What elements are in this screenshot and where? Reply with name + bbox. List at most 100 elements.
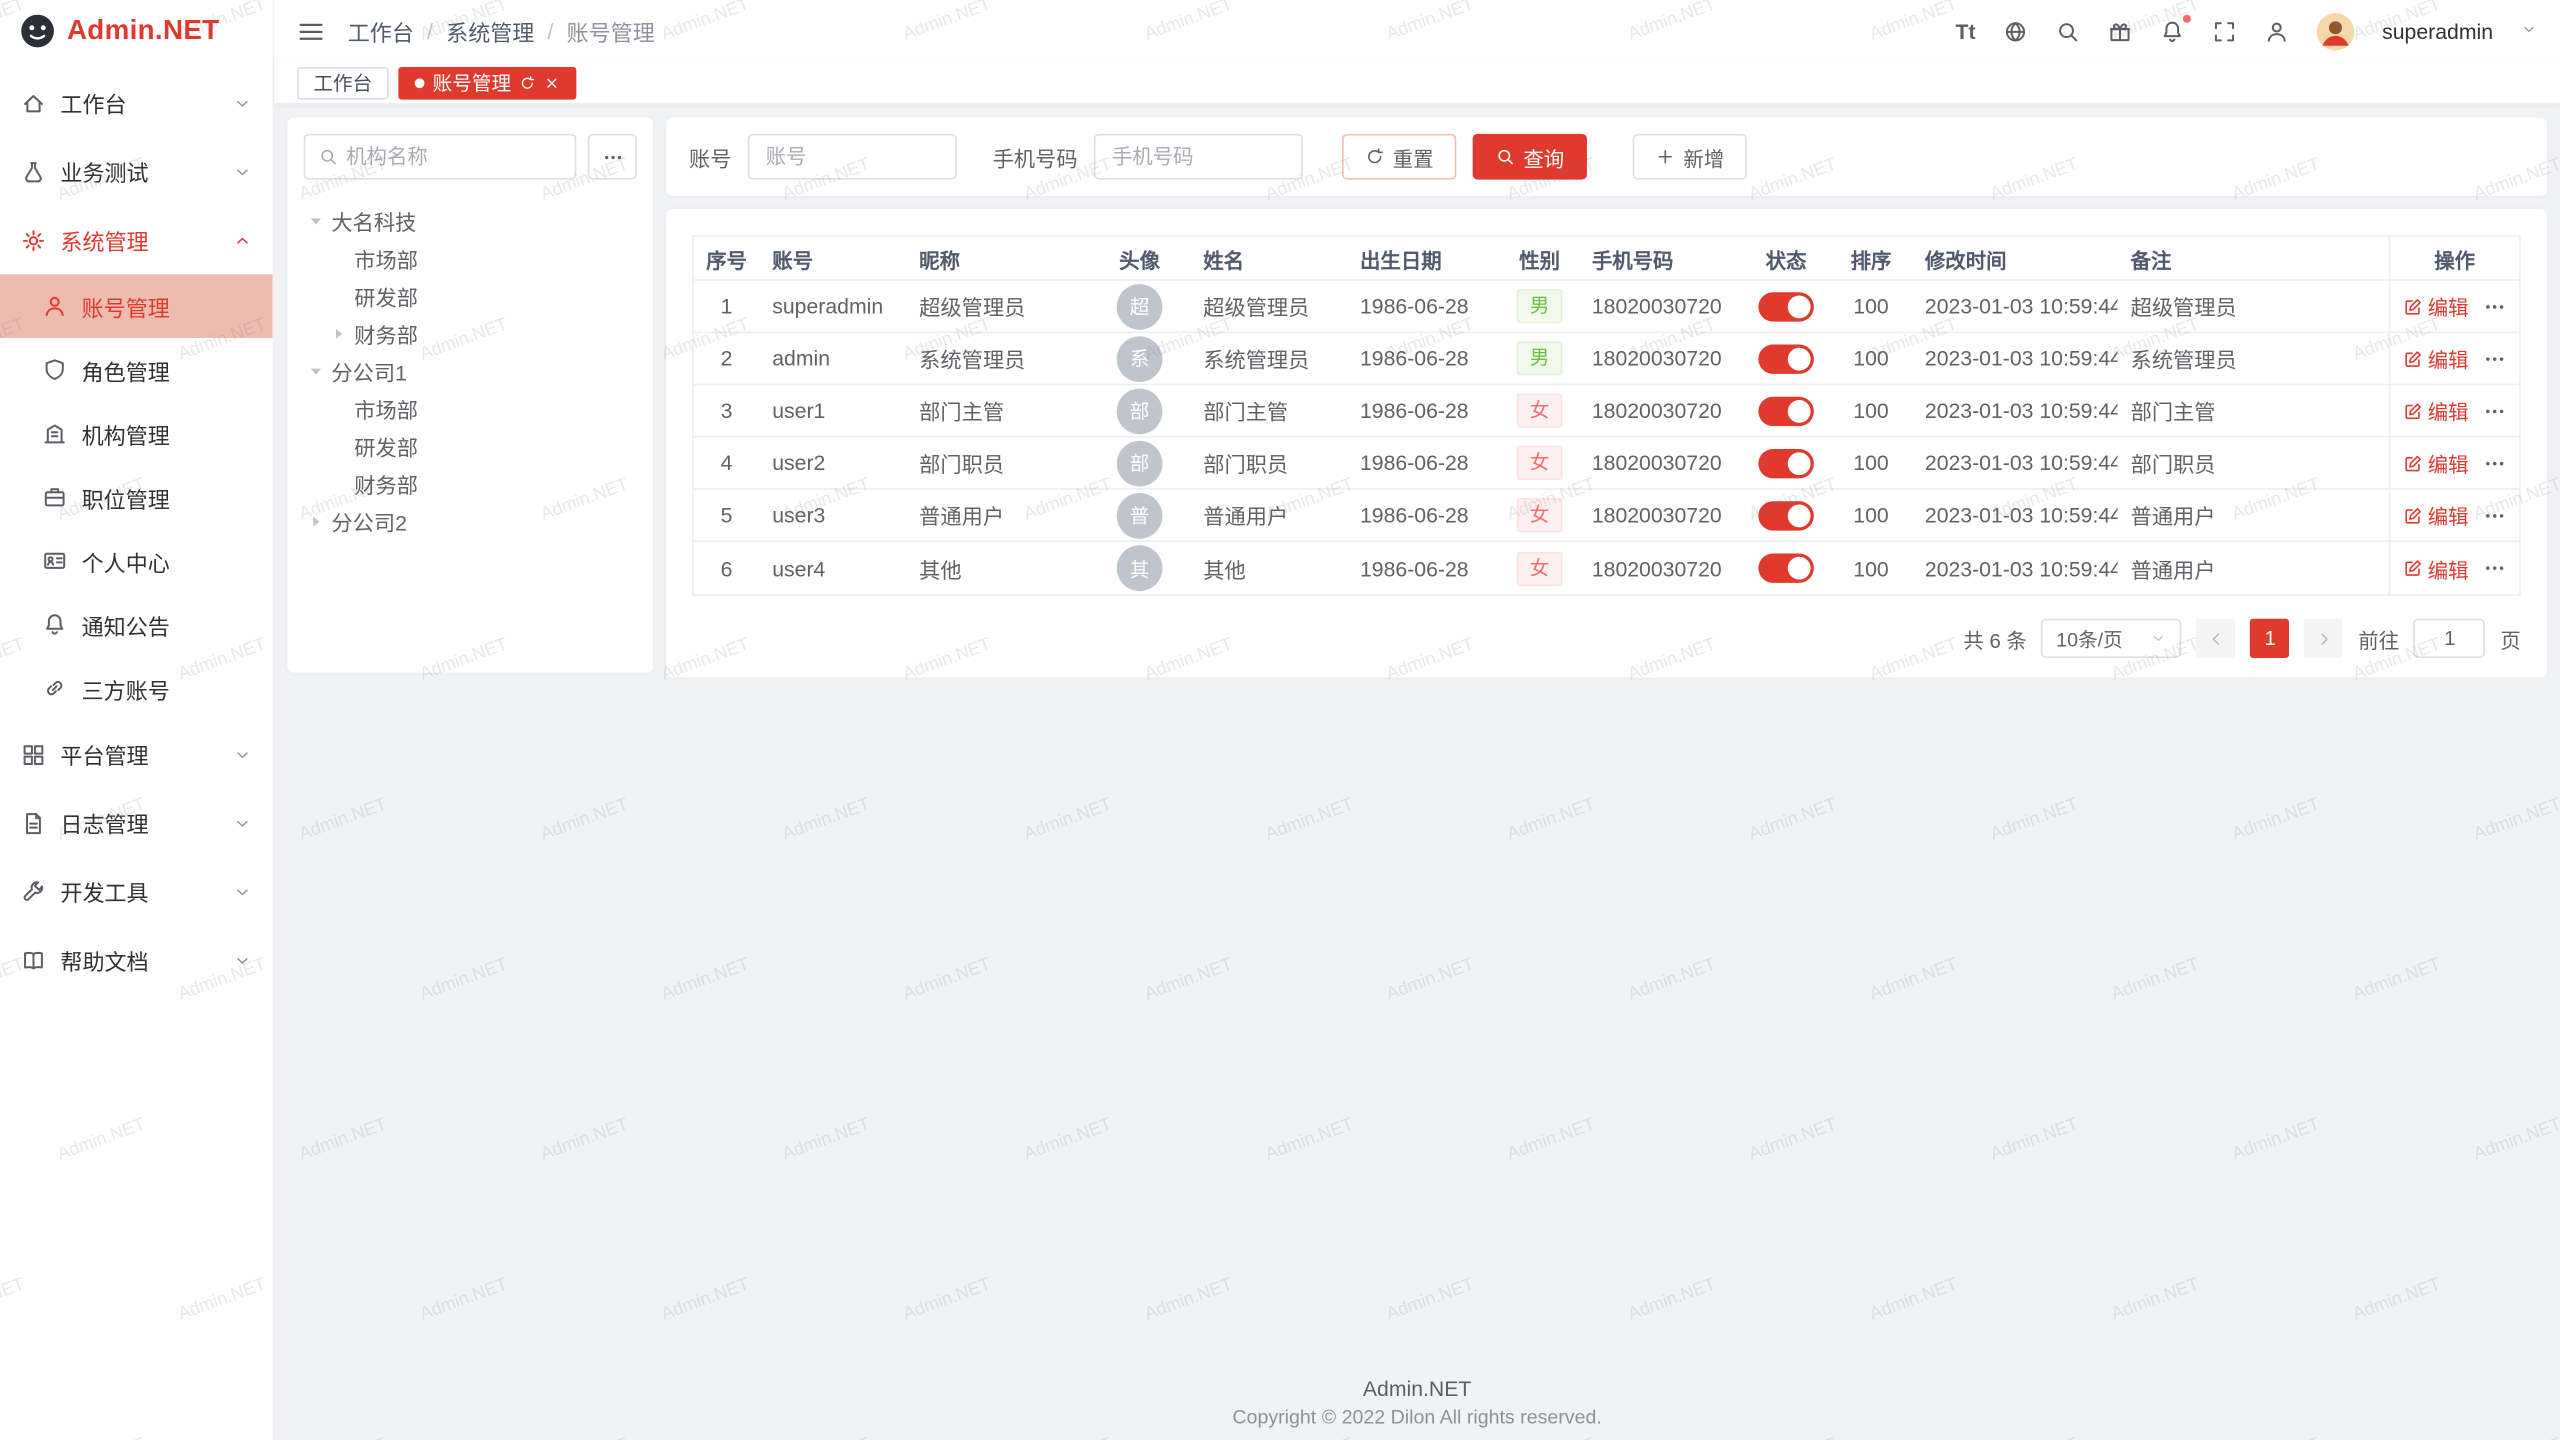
footer-copyright: Copyright © 2022 Dilon All rights reserv… bbox=[274, 1406, 2560, 1429]
search-button[interactable]: 查询 bbox=[1473, 134, 1587, 180]
tree-caret-icon[interactable] bbox=[304, 513, 328, 531]
sidebar-subitem-notice[interactable]: 通知公告 bbox=[0, 593, 273, 657]
sidebar-item-system[interactable]: 系统管理 bbox=[0, 206, 273, 275]
column-header-nickname[interactable]: 昵称 bbox=[906, 237, 1089, 279]
sidebar-subitem-profile[interactable]: 个人中心 bbox=[0, 529, 273, 593]
username[interactable]: superadmin bbox=[2382, 19, 2493, 43]
tree-node[interactable]: 研发部 bbox=[304, 278, 637, 316]
column-header-birthday[interactable]: 出生日期 bbox=[1347, 237, 1500, 279]
breadcrumb-item[interactable]: 账号管理 bbox=[567, 15, 655, 48]
tree-node[interactable]: 分公司2 bbox=[304, 503, 637, 541]
cell-text: 系统管理员 bbox=[1203, 343, 1309, 374]
column-header-modified[interactable]: 修改时间 bbox=[1912, 237, 2118, 279]
gift-icon[interactable] bbox=[2108, 19, 2132, 43]
chevron-down-icon bbox=[233, 882, 251, 900]
user-avatar[interactable] bbox=[2317, 12, 2355, 50]
prev-page-button[interactable] bbox=[2197, 619, 2236, 658]
add-button[interactable]: 新增 bbox=[1633, 134, 1747, 180]
tree-node[interactable]: 财务部 bbox=[304, 465, 637, 503]
goto-page-input[interactable] bbox=[2414, 619, 2486, 658]
logo-area: Admin.NET bbox=[0, 0, 273, 62]
column-header-index[interactable]: 序号 bbox=[694, 237, 759, 279]
sidebar-subitem-third-account[interactable]: 三方账号 bbox=[0, 656, 273, 720]
sidebar-item-business-test[interactable]: 业务测试 bbox=[0, 137, 273, 206]
breadcrumb-separator: / bbox=[427, 19, 433, 43]
tree-node[interactable]: 分公司1 bbox=[304, 353, 637, 391]
status-toggle[interactable] bbox=[1758, 396, 1814, 425]
user-menu-chevron-icon[interactable] bbox=[2521, 16, 2537, 45]
row-more-button[interactable] bbox=[2483, 557, 2506, 580]
column-header-ops[interactable]: 操作 bbox=[2389, 237, 2520, 279]
search-icon[interactable] bbox=[2056, 19, 2080, 43]
building-icon bbox=[42, 421, 66, 445]
sidebar-item-label: 开发工具 bbox=[60, 875, 148, 908]
edit-button[interactable]: 编辑 bbox=[2403, 553, 2468, 584]
status-toggle[interactable] bbox=[1758, 553, 1814, 582]
row-more-button[interactable] bbox=[2483, 399, 2506, 422]
tab-item-active[interactable]: 账号管理 bbox=[398, 66, 576, 99]
cell-text: 6 bbox=[721, 556, 733, 580]
row-more-button[interactable] bbox=[2483, 347, 2506, 370]
sidebar-subitem-position[interactable]: 职位管理 bbox=[0, 465, 273, 529]
row-more-button[interactable] bbox=[2483, 451, 2506, 474]
next-page-button[interactable] bbox=[2304, 619, 2343, 658]
edit-button[interactable]: 编辑 bbox=[2403, 395, 2468, 426]
edit-button[interactable]: 编辑 bbox=[2403, 291, 2468, 322]
column-header-remark[interactable]: 备注 bbox=[2118, 237, 2389, 279]
sidebar-subitem-account[interactable]: 账号管理 bbox=[0, 274, 273, 338]
row-avatar: 部 bbox=[1117, 440, 1163, 486]
sidebar-item-devtools[interactable]: 开发工具 bbox=[0, 857, 273, 926]
org-search-input[interactable] bbox=[346, 145, 562, 168]
column-header-gender[interactable]: 性别 bbox=[1500, 237, 1578, 279]
sidebar-item-docs[interactable]: 帮助文档 bbox=[0, 926, 273, 995]
sidebar-item-log[interactable]: 日志管理 bbox=[0, 789, 273, 858]
tab-close-button[interactable] bbox=[544, 74, 560, 90]
sidebar-subitem-org[interactable]: 机构管理 bbox=[0, 402, 273, 466]
tree-node[interactable]: 市场部 bbox=[304, 390, 637, 428]
page-size-select[interactable]: 10条/页 bbox=[2042, 619, 2182, 658]
row-more-button[interactable] bbox=[2483, 504, 2506, 527]
tree-node[interactable]: 财务部 bbox=[304, 315, 637, 353]
sidebar-item-workbench[interactable]: 工作台 bbox=[0, 69, 273, 138]
fullscreen-icon[interactable] bbox=[2212, 19, 2236, 43]
column-header-account[interactable]: 账号 bbox=[759, 237, 906, 279]
breadcrumb-item[interactable]: 系统管理 bbox=[446, 15, 534, 48]
edit-button[interactable]: 编辑 bbox=[2403, 447, 2468, 478]
breadcrumb-item[interactable]: 工作台 bbox=[348, 15, 414, 48]
status-toggle[interactable] bbox=[1758, 448, 1814, 477]
tab-item[interactable]: 工作台 bbox=[297, 66, 388, 99]
status-toggle[interactable] bbox=[1758, 500, 1814, 529]
sidebar-subitem-role[interactable]: 角色管理 bbox=[0, 338, 273, 402]
tree-caret-icon[interactable] bbox=[304, 362, 328, 380]
link-icon bbox=[42, 676, 66, 700]
text-size-icon[interactable]: Tt bbox=[1956, 19, 1976, 43]
tree-node[interactable]: 市场部 bbox=[304, 240, 637, 278]
status-toggle[interactable] bbox=[1758, 291, 1814, 320]
account-input[interactable] bbox=[748, 134, 957, 180]
column-header-name[interactable]: 姓名 bbox=[1190, 237, 1347, 279]
menu-collapse-button[interactable] bbox=[297, 17, 325, 45]
tree-caret-icon[interactable] bbox=[327, 325, 351, 343]
status-toggle[interactable] bbox=[1758, 344, 1814, 373]
org-more-button[interactable] bbox=[588, 134, 637, 180]
edit-button[interactable]: 编辑 bbox=[2403, 343, 2468, 374]
user-icon[interactable] bbox=[2265, 19, 2289, 43]
tab-refresh-button[interactable] bbox=[519, 74, 535, 90]
column-header-sort[interactable]: 排序 bbox=[1830, 237, 1912, 279]
edit-button[interactable]: 编辑 bbox=[2403, 500, 2468, 531]
phone-input[interactable] bbox=[1094, 134, 1303, 180]
home-icon bbox=[21, 91, 45, 115]
tree-node[interactable]: 研发部 bbox=[304, 428, 637, 466]
tree-node[interactable]: 大名科技 bbox=[304, 202, 637, 240]
column-header-status[interactable]: 状态 bbox=[1742, 237, 1830, 279]
globe-icon[interactable] bbox=[2003, 19, 2027, 43]
tree-caret-icon[interactable] bbox=[304, 212, 328, 230]
current-page-button[interactable]: 1 bbox=[2251, 619, 2290, 658]
column-header-avatar[interactable]: 头像 bbox=[1089, 237, 1190, 279]
sidebar-item-platform[interactable]: 平台管理 bbox=[0, 720, 273, 789]
bell-icon[interactable] bbox=[2160, 19, 2184, 43]
column-header-phone[interactable]: 手机号码 bbox=[1579, 237, 1742, 279]
reset-button[interactable]: 重置 bbox=[1342, 134, 1456, 180]
cell-text: 1986-06-28 bbox=[1360, 346, 1469, 370]
row-more-button[interactable] bbox=[2483, 295, 2506, 318]
